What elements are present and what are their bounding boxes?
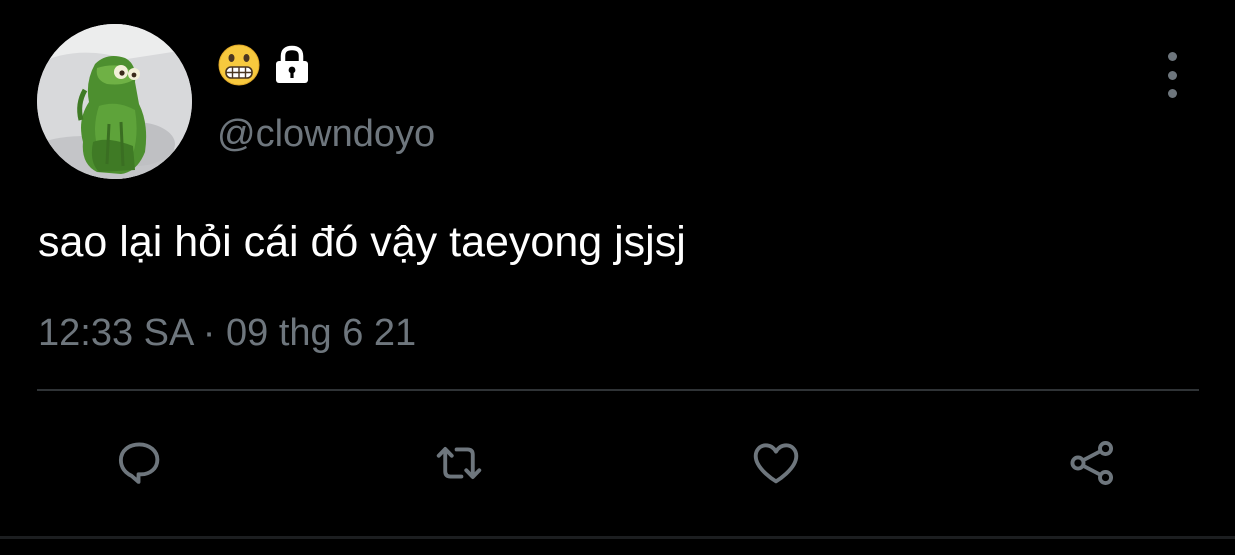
avatar[interactable] [37, 24, 192, 179]
author-name-row[interactable] [217, 44, 313, 86]
speech-bubble-icon [118, 442, 160, 484]
vertical-ellipsis-icon [1167, 52, 1177, 61]
share-button[interactable] [1061, 432, 1123, 494]
share-nodes-icon [1070, 441, 1114, 485]
vertical-ellipsis-dot [1167, 70, 1177, 80]
divider [37, 389, 1199, 391]
grimacing-face-icon [218, 44, 260, 86]
tweet-timestamp[interactable]: 12:33 SA · 09 thg 6 21 [38, 310, 416, 356]
bottom-divider [0, 536, 1235, 539]
retweet-button[interactable] [428, 432, 490, 494]
author-handle[interactable]: @clowndoyo [217, 112, 435, 156]
tweet-text: sao lại hỏi cái đó vậy taeyong jsjsj [38, 218, 686, 266]
retweet-arrows-icon [436, 447, 482, 479]
heart-icon [753, 443, 799, 484]
tweet-card: @clowndoyo sao lại hỏi cái đó vậy taeyon… [0, 0, 1235, 555]
like-button[interactable] [745, 432, 807, 494]
reply-button[interactable] [108, 432, 170, 494]
more-options-button[interactable] [1152, 52, 1192, 98]
lock-icon [276, 45, 308, 83]
kermit-frog-avatar-icon [37, 24, 192, 179]
vertical-ellipsis-dot [1167, 89, 1177, 98]
